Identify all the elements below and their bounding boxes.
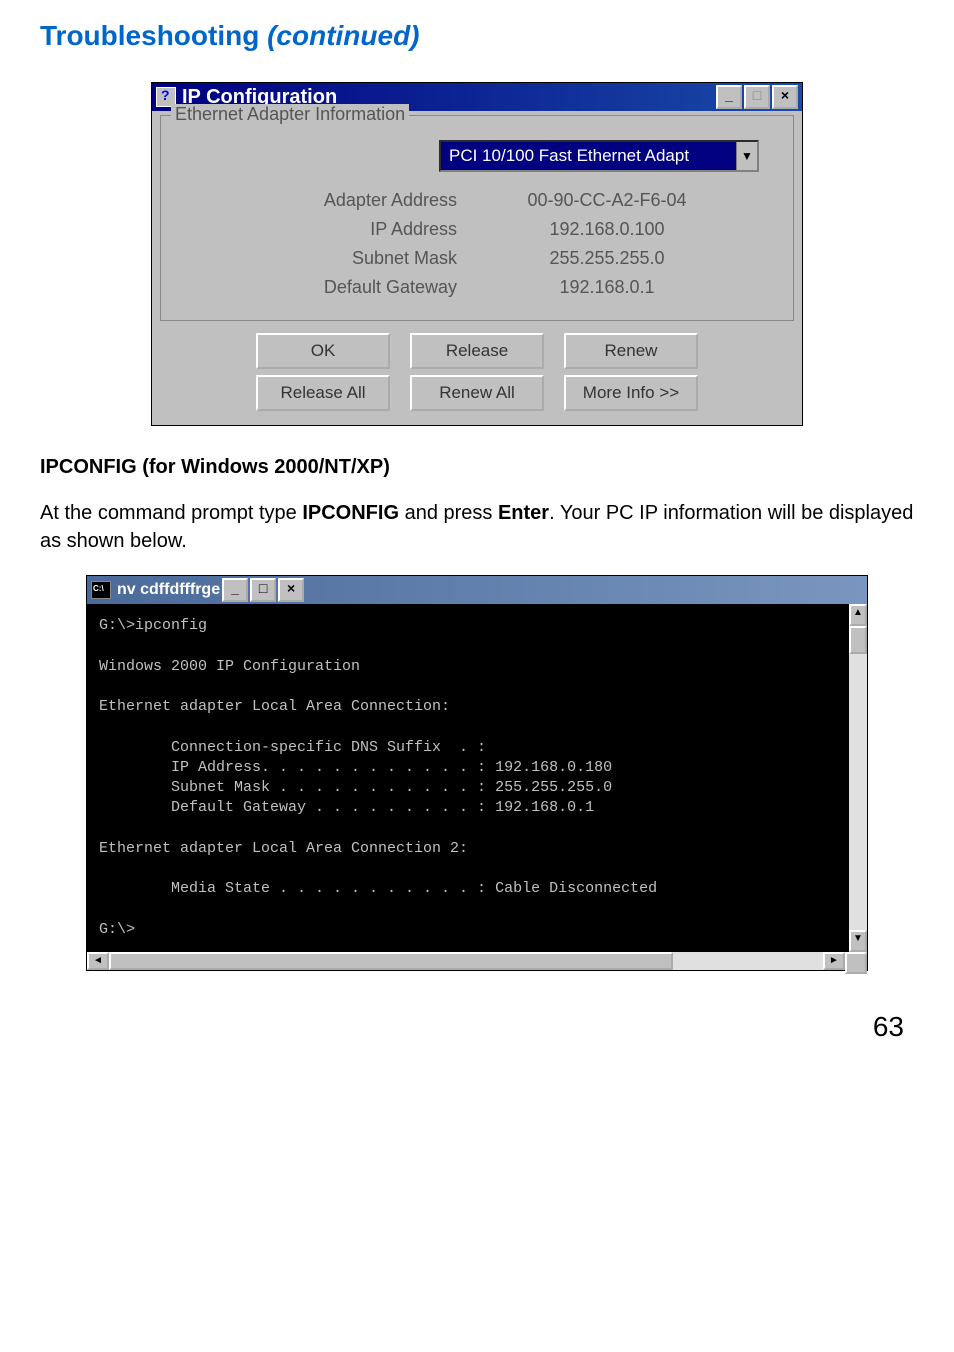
resize-grip-icon[interactable]: [845, 952, 867, 974]
scroll-down-icon[interactable]: ▼: [849, 930, 867, 952]
button-row-2: Release All Renew All More Info >>: [152, 375, 802, 411]
console-body-wrap: G:\>ipconfig Windows 2000 IP Configurati…: [87, 604, 867, 952]
renew-all-button[interactable]: Renew All: [410, 375, 544, 411]
button-row-1: OK Release Renew: [152, 333, 802, 369]
heading-continued: (continued): [267, 20, 419, 51]
scroll-up-icon[interactable]: ▲: [849, 604, 867, 626]
console-window: nv cdffdfffrge _ □ × G:\>ipconfig Window…: [86, 575, 868, 971]
vscroll-thumb[interactable]: [849, 626, 867, 654]
instruction-paragraph: At the command prompt type IPCONFIG and …: [40, 499, 914, 555]
hscroll-track[interactable]: [109, 952, 823, 970]
page-heading: Troubleshooting (continued): [40, 20, 914, 52]
renew-button[interactable]: Renew: [564, 333, 698, 369]
vertical-scrollbar[interactable]: ▲ ▼: [849, 604, 867, 952]
para-bold1: IPCONFIG: [302, 502, 399, 524]
adapter-combo[interactable]: PCI 10/100 Fast Ethernet Adapt ▼: [439, 140, 759, 172]
ipconfig-subheading: IPCONFIG (for Windows 2000/NT/XP): [40, 456, 914, 479]
row-ip-address: IP Address 192.168.0.100: [175, 219, 779, 240]
console-maximize-button[interactable]: □: [250, 578, 276, 602]
scroll-left-icon[interactable]: ◄: [87, 952, 109, 970]
para-part2: and press: [399, 502, 498, 524]
group-legend: Ethernet Adapter Information: [171, 104, 409, 125]
adapter-select-row: PCI 10/100 Fast Ethernet Adapt ▼: [175, 140, 779, 172]
heading-main: Troubleshooting: [40, 20, 267, 51]
maximize-button: □: [744, 85, 770, 109]
scroll-right-icon[interactable]: ►: [823, 952, 845, 970]
label-ip-address: IP Address: [237, 219, 497, 240]
close-button[interactable]: ×: [772, 85, 798, 109]
label-default-gateway: Default Gateway: [237, 277, 497, 298]
value-ip-address: 192.168.0.100: [497, 219, 717, 240]
adapter-selected-text: PCI 10/100 Fast Ethernet Adapt: [449, 146, 689, 165]
console-output: G:\>ipconfig Windows 2000 IP Configurati…: [87, 604, 849, 952]
console-titlebar: nv cdffdfffrge _ □ ×: [87, 576, 867, 604]
console-icon: [91, 581, 111, 599]
vscroll-track[interactable]: [849, 626, 867, 930]
label-subnet-mask: Subnet Mask: [237, 248, 497, 269]
console-title-text: nv cdffdfffrge: [117, 581, 220, 599]
console-minimize-button[interactable]: _: [222, 578, 248, 602]
para-part1: At the command prompt type: [40, 502, 302, 524]
page-number: 63: [40, 1011, 904, 1043]
label-adapter-address: Adapter Address: [237, 190, 497, 211]
horizontal-scrollbar[interactable]: ◄ ►: [87, 952, 867, 970]
ipconfig-dialog: IP Configuration _ □ × Ethernet Adapter …: [151, 82, 803, 426]
row-adapter-address: Adapter Address 00-90-CC-A2-F6-04: [175, 190, 779, 211]
hscroll-thumb[interactable]: [109, 952, 673, 970]
row-subnet-mask: Subnet Mask 255.255.255.0: [175, 248, 779, 269]
value-adapter-address: 00-90-CC-A2-F6-04: [497, 190, 717, 211]
more-info-button[interactable]: More Info >>: [564, 375, 698, 411]
console-close-button[interactable]: ×: [278, 578, 304, 602]
minimize-button[interactable]: _: [716, 85, 742, 109]
row-default-gateway: Default Gateway 192.168.0.1: [175, 277, 779, 298]
value-default-gateway: 192.168.0.1: [497, 277, 717, 298]
para-bold2: Enter: [498, 502, 549, 524]
value-subnet-mask: 255.255.255.0: [497, 248, 717, 269]
chevron-down-icon: ▼: [736, 142, 757, 170]
ok-button[interactable]: OK: [256, 333, 390, 369]
adapter-info-group: Ethernet Adapter Information PCI 10/100 …: [160, 115, 794, 321]
release-button[interactable]: Release: [410, 333, 544, 369]
release-all-button[interactable]: Release All: [256, 375, 390, 411]
